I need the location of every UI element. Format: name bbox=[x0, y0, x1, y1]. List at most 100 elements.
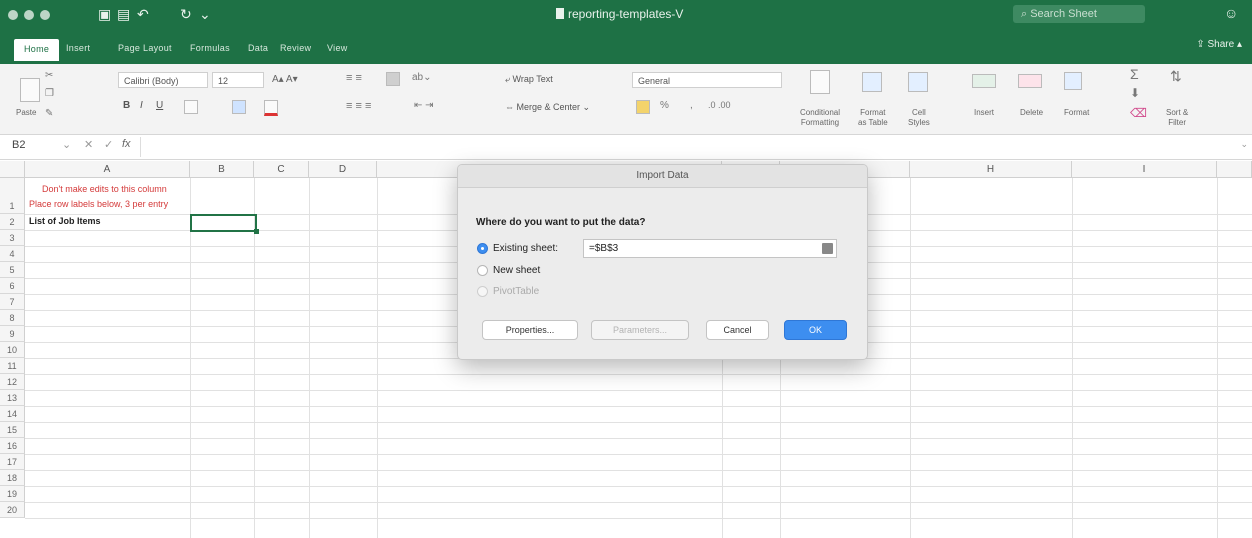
format-as-table-icon[interactable] bbox=[862, 72, 882, 92]
collapse-range-icon[interactable] bbox=[822, 243, 833, 254]
indent-icon[interactable]: ⇤ ⇥ bbox=[414, 100, 434, 111]
row-header-18[interactable]: 18 bbox=[0, 470, 25, 486]
row-header-14[interactable]: 14 bbox=[0, 406, 25, 422]
cell-styles-icon[interactable] bbox=[908, 72, 928, 92]
new-sheet-radio[interactable] bbox=[477, 265, 488, 276]
tab-review[interactable]: Review bbox=[280, 37, 311, 59]
search-sheet-input[interactable]: ⌕ Search Sheet bbox=[1013, 5, 1145, 23]
row-header-5[interactable]: 5 bbox=[0, 262, 25, 278]
share-button[interactable]: ⇪ Share ▴ bbox=[1196, 39, 1242, 50]
sort-filter-icon[interactable]: ⇅ bbox=[1170, 68, 1182, 85]
row-header-3[interactable]: 3 bbox=[0, 230, 25, 246]
copy-icon[interactable]: ❐ bbox=[45, 88, 54, 99]
cancel-button[interactable]: Cancel bbox=[706, 320, 769, 340]
properties-button[interactable]: Properties... bbox=[482, 320, 578, 340]
select-all-corner[interactable] bbox=[0, 161, 25, 178]
accounting-format-icon[interactable] bbox=[636, 100, 650, 114]
fill-handle[interactable] bbox=[254, 229, 259, 234]
row-header-12[interactable]: 12 bbox=[0, 374, 25, 390]
align-bottom-icon[interactable] bbox=[386, 72, 400, 86]
ok-button[interactable]: OK bbox=[784, 320, 847, 340]
cut-icon[interactable]: ✂ bbox=[45, 70, 53, 81]
cell-a3[interactable]: List of Job Items bbox=[29, 216, 101, 226]
zoom-window-button[interactable] bbox=[40, 10, 50, 20]
bold-button[interactable]: B bbox=[123, 100, 130, 111]
sidebar-icon[interactable]: ▣ bbox=[98, 6, 111, 23]
increase-decimal-icon[interactable]: .0 .00 bbox=[708, 100, 731, 110]
minimize-window-button[interactable] bbox=[24, 10, 34, 20]
row-header-20[interactable]: 20 bbox=[0, 502, 25, 518]
font-name-select[interactable]: Calibri (Body) bbox=[118, 72, 208, 88]
range-reference-input[interactable]: =$B$3 bbox=[583, 239, 837, 258]
row-header-15[interactable]: 15 bbox=[0, 422, 25, 438]
column-header-a[interactable]: A bbox=[25, 161, 190, 178]
row-header-6[interactable]: 6 bbox=[0, 278, 25, 294]
row-header-10[interactable]: 10 bbox=[0, 342, 25, 358]
existing-sheet-radio[interactable] bbox=[477, 243, 488, 254]
comma-style-icon[interactable]: , bbox=[690, 100, 693, 111]
fill-color-icon[interactable] bbox=[232, 100, 246, 114]
number-format-select[interactable]: General bbox=[632, 72, 782, 88]
tab-insert[interactable]: Insert bbox=[66, 37, 90, 59]
autosum-icon[interactable]: Σ bbox=[1130, 66, 1139, 82]
tab-view[interactable]: View bbox=[327, 37, 348, 59]
undo-icon[interactable]: ↶ bbox=[137, 6, 149, 23]
tab-data[interactable]: Data bbox=[248, 37, 268, 59]
percent-icon[interactable]: % bbox=[660, 100, 669, 111]
row-header-16[interactable]: 16 bbox=[0, 438, 25, 454]
row-header-2[interactable]: 2 bbox=[0, 214, 25, 230]
column-header-d[interactable]: D bbox=[309, 161, 377, 178]
tab-formulas[interactable]: Formulas bbox=[190, 37, 230, 59]
italic-button[interactable]: I bbox=[140, 100, 143, 111]
enter-formula-icon[interactable]: ✓ bbox=[104, 138, 113, 151]
row-header-4[interactable]: 4 bbox=[0, 246, 25, 262]
expand-formula-icon[interactable]: ⌄ bbox=[1240, 139, 1248, 150]
column-header-i[interactable]: I bbox=[1072, 161, 1217, 178]
save-icon[interactable]: ▤ bbox=[117, 6, 130, 23]
font-size-select[interactable]: 12 bbox=[212, 72, 264, 88]
row-header-8[interactable]: 8 bbox=[0, 310, 25, 326]
cancel-formula-icon[interactable]: ✕ bbox=[84, 138, 93, 151]
align-left-icon[interactable]: ≡ ≡ ≡ bbox=[346, 100, 371, 112]
formula-input[interactable] bbox=[140, 137, 1241, 157]
column-header-j[interactable] bbox=[1217, 161, 1252, 178]
row-header-13[interactable]: 13 bbox=[0, 390, 25, 406]
underline-button[interactable]: U bbox=[156, 100, 163, 111]
selected-cell-b2[interactable] bbox=[190, 214, 259, 234]
column-header-h[interactable]: H bbox=[910, 161, 1072, 178]
row-header-17[interactable]: 17 bbox=[0, 454, 25, 470]
row-header-7[interactable]: 7 bbox=[0, 294, 25, 310]
paste-icon[interactable] bbox=[20, 78, 40, 102]
name-box[interactable]: B2 bbox=[12, 139, 25, 151]
customize-icon[interactable]: ⌄ bbox=[199, 6, 211, 23]
tab-page-layout[interactable]: Page Layout bbox=[118, 37, 172, 59]
delete-cells-icon[interactable] bbox=[1018, 74, 1042, 88]
account-icon[interactable]: ☺ bbox=[1224, 5, 1238, 21]
font-color-icon[interactable] bbox=[264, 100, 278, 116]
orientation-icon[interactable]: ab⌄ bbox=[412, 72, 432, 83]
column-header-c[interactable]: C bbox=[254, 161, 309, 178]
conditional-formatting-icon[interactable] bbox=[810, 70, 830, 94]
borders-icon[interactable] bbox=[184, 100, 198, 114]
font-grow-icon[interactable]: A▴ A▾ bbox=[272, 74, 298, 85]
pivottable-radio[interactable] bbox=[477, 286, 488, 297]
fill-icon[interactable]: ⬇ bbox=[1130, 86, 1140, 100]
row-header-1[interactable]: 1 bbox=[0, 178, 25, 214]
clear-icon[interactable]: ⌫ bbox=[1130, 106, 1147, 120]
column-header-b[interactable]: B bbox=[190, 161, 254, 178]
redo-icon[interactable]: ↻ bbox=[180, 6, 192, 23]
row-header-19[interactable]: 19 bbox=[0, 486, 25, 502]
format-painter-icon[interactable]: ✎ bbox=[45, 108, 53, 119]
insert-cells-icon[interactable] bbox=[972, 74, 996, 88]
insert-function-icon[interactable]: fx bbox=[122, 138, 131, 150]
wrap-text-button[interactable]: ⤶ Wrap Text bbox=[505, 74, 553, 85]
close-window-button[interactable] bbox=[8, 10, 18, 20]
align-top-icon[interactable]: ≡ ≡ bbox=[346, 72, 362, 84]
row-header-9[interactable]: 9 bbox=[0, 326, 25, 342]
parameters-button[interactable]: Parameters... bbox=[591, 320, 689, 340]
merge-center-button[interactable]: ⇔ Merge & Center ⌄ bbox=[505, 102, 590, 113]
format-cells-icon[interactable] bbox=[1064, 72, 1082, 90]
row-header-11[interactable]: 11 bbox=[0, 358, 25, 374]
name-box-dropdown-icon[interactable]: ⌄ bbox=[62, 138, 71, 151]
tab-home[interactable]: Home bbox=[14, 39, 60, 61]
